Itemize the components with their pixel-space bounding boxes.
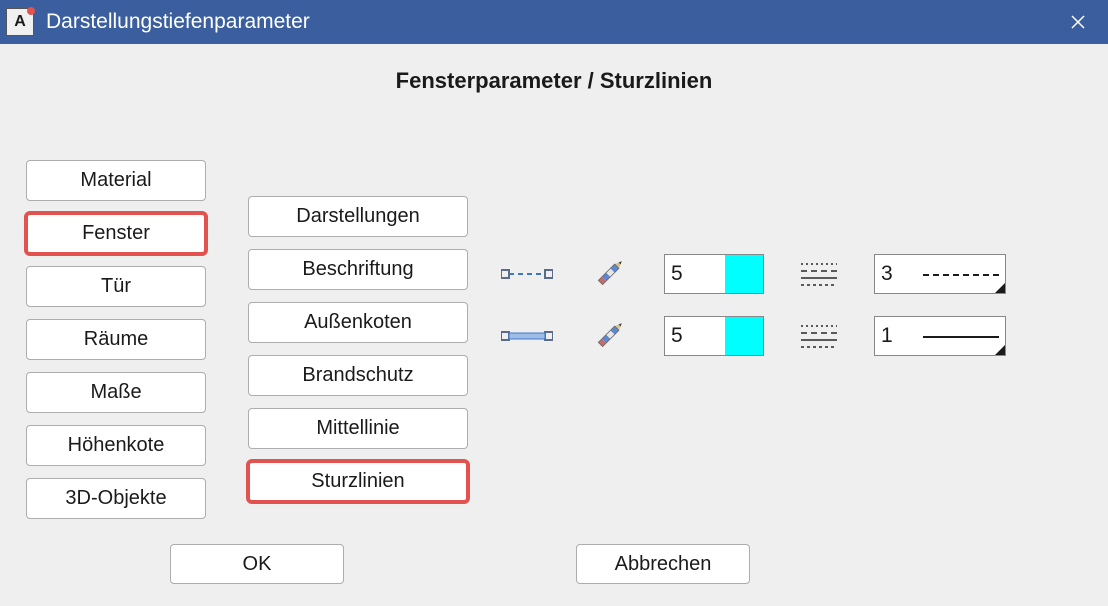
close-icon	[1071, 15, 1085, 29]
tab-fenster[interactable]: Fenster	[26, 213, 206, 254]
tab-label: Maße	[90, 381, 141, 404]
color-swatch[interactable]	[725, 317, 763, 355]
linetype-icon[interactable]	[792, 252, 846, 296]
color-value-box[interactable]	[664, 254, 764, 294]
linetype-preview	[919, 317, 1005, 355]
subtab-beschriftung[interactable]: Beschriftung	[248, 249, 468, 290]
app-icon: A	[6, 8, 34, 36]
linetype-icon[interactable]	[792, 314, 846, 358]
linetype-preview	[919, 255, 1005, 293]
dialog-buttons: OK Abbrechen	[170, 544, 750, 584]
close-button[interactable]	[1048, 0, 1108, 44]
pencil-icon[interactable]	[582, 252, 636, 296]
color-value-input[interactable]	[665, 255, 725, 293]
tab-tuer[interactable]: Tür	[26, 266, 206, 307]
tab-label: Material	[80, 169, 151, 192]
subtab-label: Beschriftung	[302, 258, 413, 281]
cancel-button[interactable]: Abbrechen	[576, 544, 750, 584]
linetype-value-input[interactable]	[875, 317, 919, 355]
tab-label: Fenster	[82, 222, 150, 245]
tab-raeume[interactable]: Räume	[26, 319, 206, 360]
tab-3d-objekte[interactable]: 3D-Objekte	[26, 478, 206, 519]
linetype-value-input[interactable]	[875, 255, 919, 293]
lintel-dashed-icon	[500, 252, 554, 296]
lintel-solid-icon	[500, 314, 554, 358]
color-value-input[interactable]	[665, 317, 725, 355]
category-tabs: Material Fenster Tür Räume Maße Höhenkot…	[26, 160, 206, 531]
subtab-label: Darstellungen	[296, 205, 419, 228]
parameter-row	[500, 252, 1006, 296]
subtab-mittellinie[interactable]: Mittellinie	[248, 408, 468, 449]
app-icon-letter: A	[14, 13, 26, 31]
tab-hoehenkote[interactable]: Höhenkote	[26, 425, 206, 466]
window-title: Darstellungstiefenparameter	[46, 10, 310, 34]
tab-material[interactable]: Material	[26, 160, 206, 201]
subtab-label: Brandschutz	[302, 364, 413, 387]
tab-masse[interactable]: Maße	[26, 372, 206, 413]
subtab-label: Mittellinie	[316, 417, 399, 440]
subtab-aussenkoten[interactable]: Außenkoten	[248, 302, 468, 343]
page-title: Fensterparameter / Sturzlinien	[0, 44, 1108, 94]
subtab-label: Außenkoten	[304, 311, 412, 334]
subtab-label: Sturzlinien	[311, 470, 404, 493]
dropdown-tri-icon	[995, 345, 1005, 355]
parameter-row	[500, 314, 1006, 358]
color-value-box[interactable]	[664, 316, 764, 356]
linetype-value-box[interactable]	[874, 254, 1006, 294]
tab-label: Tür	[101, 275, 131, 298]
subtab-darstellungen[interactable]: Darstellungen	[248, 196, 468, 237]
linetype-value-box[interactable]	[874, 316, 1006, 356]
dialog-content: Fensterparameter / Sturzlinien Material …	[0, 44, 1108, 606]
pencil-icon[interactable]	[582, 314, 636, 358]
cancel-button-label: Abbrechen	[615, 553, 712, 576]
ok-button-label: OK	[243, 553, 272, 576]
subtab-brandschutz[interactable]: Brandschutz	[248, 355, 468, 396]
tab-label: 3D-Objekte	[65, 487, 166, 510]
dropdown-tri-icon	[995, 283, 1005, 293]
color-swatch[interactable]	[725, 255, 763, 293]
subtab-sturzlinien[interactable]: Sturzlinien	[248, 461, 468, 502]
subcategory-tabs: Darstellungen Beschriftung Außenkoten Br…	[248, 196, 468, 514]
tab-label: Höhenkote	[68, 434, 165, 457]
ok-button[interactable]: OK	[170, 544, 344, 584]
titlebar: A Darstellungstiefenparameter	[0, 0, 1108, 44]
tab-label: Räume	[84, 328, 148, 351]
